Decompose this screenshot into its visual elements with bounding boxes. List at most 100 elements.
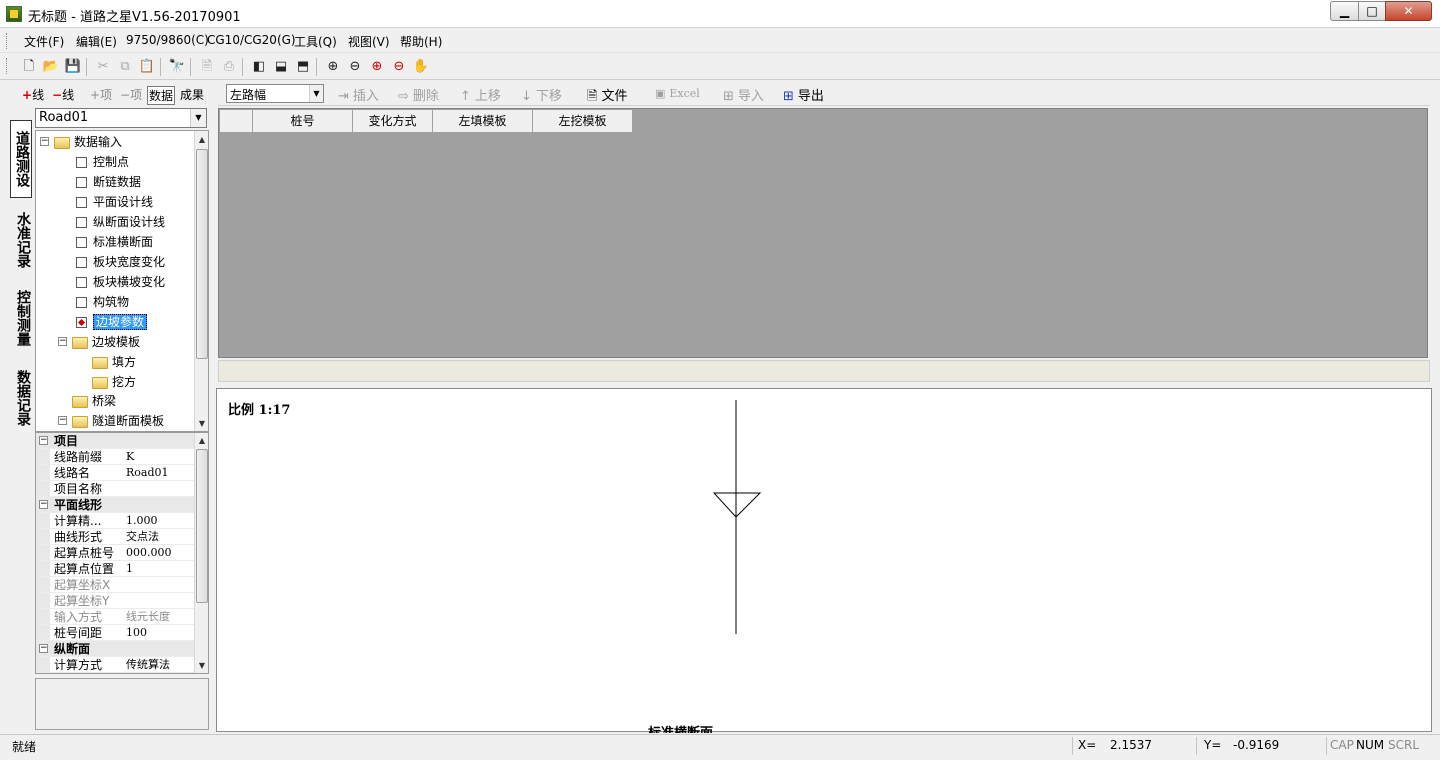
property-row[interactable]: 输入方式 线元长度: [36, 609, 194, 625]
remove-item-button[interactable]: −项: [120, 86, 142, 103]
move-down-button[interactable]: ↓ 下移: [521, 85, 562, 104]
checkbox-icon[interactable]: [76, 237, 87, 248]
tab-road-design[interactable]: 道路测设: [10, 120, 32, 198]
print-preview-icon[interactable]: 🗎: [198, 58, 216, 76]
save-icon[interactable]: 💾: [64, 58, 82, 76]
close-button[interactable]: ✕: [1385, 1, 1432, 21]
menu-file[interactable]: 文件(F): [24, 33, 64, 50]
collapse-icon[interactable]: −: [39, 500, 48, 509]
property-category[interactable]: − 项目: [36, 433, 194, 449]
tree-item-profile-design-line[interactable]: 纵断面设计线: [76, 213, 165, 231]
property-category[interactable]: − 纵断面: [36, 641, 194, 657]
column-header-station[interactable]: 桩号: [253, 110, 353, 133]
toolbar-grip[interactable]: [6, 58, 9, 74]
export-button[interactable]: ⊞ 导出: [783, 85, 824, 104]
collapse-icon[interactable]: −: [58, 337, 67, 346]
menu-cg10-cg20[interactable]: CG10/CG20(G): [207, 33, 296, 47]
tab-data-record[interactable]: 数据记录: [10, 360, 32, 436]
print-icon[interactable]: ⎙: [220, 58, 238, 76]
property-row[interactable]: 起算坐标X: [36, 577, 194, 593]
layout-left-icon[interactable]: ◧: [250, 58, 268, 76]
tree-item-slope-change[interactable]: 板块横坡变化: [76, 273, 165, 291]
new-file-icon[interactable]: 🗋: [20, 58, 38, 76]
scroll-down-icon[interactable]: ▼: [195, 659, 208, 673]
tree-item-fill[interactable]: 填方: [92, 353, 136, 371]
open-folder-icon[interactable]: 📂: [42, 58, 60, 76]
property-value[interactable]: 1: [126, 561, 194, 577]
paste-icon[interactable]: 📋: [138, 58, 156, 76]
copy-icon[interactable]: ⧉: [116, 58, 134, 76]
menu-tools[interactable]: 工具(Q): [294, 33, 337, 50]
menu-edit[interactable]: 编辑(E): [76, 33, 117, 50]
property-value[interactable]: 000.000: [126, 545, 194, 561]
maximize-button[interactable]: □: [1358, 1, 1386, 21]
tree-item-standard-cross-section[interactable]: 标准横断面: [76, 233, 153, 251]
property-row[interactable]: 起算点位置 1: [36, 561, 194, 577]
insert-button[interactable]: ⇥ 插入: [338, 85, 379, 104]
move-up-button[interactable]: ↑ 上移: [460, 85, 501, 104]
checkbox-icon[interactable]: [76, 257, 87, 268]
property-row[interactable]: 线路名 Road01: [36, 465, 194, 481]
column-header-change-mode[interactable]: 变化方式: [353, 110, 433, 133]
tree-item-structures[interactable]: 构筑物: [76, 293, 129, 311]
tree-item-slope-templates[interactable]: − 边坡模板: [58, 333, 140, 351]
property-row[interactable]: 桩号间距 100: [36, 625, 194, 641]
property-value[interactable]: Road01: [126, 465, 194, 481]
checkbox-icon[interactable]: [76, 217, 87, 228]
collapse-icon[interactable]: −: [40, 137, 49, 146]
scroll-thumb[interactable]: [196, 149, 208, 359]
layout-top-icon[interactable]: ⬒: [294, 58, 312, 76]
property-scrollbar[interactable]: ▲ ▼: [194, 433, 208, 673]
property-value[interactable]: 线元长度: [126, 609, 194, 625]
chevron-down-icon[interactable]: ▼: [309, 85, 323, 102]
tab-level-record[interactable]: 水准记录: [10, 202, 32, 278]
checkbox-icon[interactable]: [76, 297, 87, 308]
property-row[interactable]: 计算方式 传统算法: [36, 657, 194, 673]
menu-9750-9860[interactable]: 9750/9860(C): [126, 33, 209, 47]
zoom-fit-icon[interactable]: ⊕: [324, 58, 342, 76]
property-value[interactable]: 传统算法: [126, 657, 194, 673]
column-header-left-fill[interactable]: 左填模板: [433, 110, 533, 133]
property-row[interactable]: 计算精... 1.000: [36, 513, 194, 529]
minimize-button[interactable]: ▁: [1330, 1, 1359, 21]
delete-button[interactable]: ⇨ 删除: [398, 85, 439, 104]
tree-item-width-change[interactable]: 板块宽度变化: [76, 253, 165, 271]
property-value[interactable]: 交点法: [126, 529, 194, 545]
layout-bottom-icon[interactable]: ⬓: [272, 58, 290, 76]
tree-item-control-points[interactable]: 控制点: [76, 153, 129, 171]
menu-view[interactable]: 视图(V): [348, 33, 390, 50]
cross-section-canvas[interactable]: [216, 388, 1432, 732]
file-button[interactable]: 🗎 文件: [587, 85, 627, 109]
collapse-icon[interactable]: −: [39, 644, 48, 653]
cut-icon[interactable]: ✂: [94, 58, 112, 76]
add-item-button[interactable]: +项: [90, 86, 112, 103]
property-row[interactable]: 曲线形式 交点法: [36, 529, 194, 545]
add-line-button[interactable]: +线: [22, 86, 44, 103]
tree-item-data-input[interactable]: − 数据输入: [40, 133, 122, 151]
property-row[interactable]: 项目名称: [36, 481, 194, 497]
tab-results[interactable]: 成果: [180, 86, 204, 103]
chevron-down-icon[interactable]: ▼: [190, 109, 206, 127]
scroll-up-icon[interactable]: ▲: [195, 434, 208, 448]
tab-data[interactable]: 数据: [147, 86, 176, 105]
pan-hand-icon[interactable]: ✋: [412, 58, 430, 76]
checkbox-icon[interactable]: [76, 277, 87, 288]
scroll-up-icon[interactable]: ▲: [195, 133, 208, 147]
import-button[interactable]: ⊞ 导入: [723, 85, 764, 104]
road-select[interactable]: Road01 ▼: [35, 108, 207, 128]
tree-item-cut[interactable]: 挖方: [92, 373, 136, 391]
road-side-select[interactable]: 左路幅 ▼: [226, 84, 324, 103]
grid-corner[interactable]: [220, 110, 253, 133]
tree-item-slope-params[interactable]: 边坡参数: [76, 313, 148, 331]
zoom-in-icon[interactable]: ⊕: [368, 58, 386, 76]
property-value[interactable]: 1.000: [126, 513, 194, 529]
remove-line-button[interactable]: −线: [52, 86, 74, 103]
collapse-icon[interactable]: −: [58, 416, 67, 425]
checkbox-icon[interactable]: [76, 157, 87, 168]
collapse-icon[interactable]: −: [39, 436, 48, 445]
property-row[interactable]: 起算点桩号 000.000: [36, 545, 194, 561]
checkbox-icon[interactable]: [76, 177, 87, 188]
tree-scrollbar[interactable]: ▲ ▼: [194, 131, 208, 431]
tree-item-tunnel-templates[interactable]: − 隧道断面模板: [58, 412, 164, 430]
find-icon[interactable]: 🔭: [168, 58, 186, 76]
